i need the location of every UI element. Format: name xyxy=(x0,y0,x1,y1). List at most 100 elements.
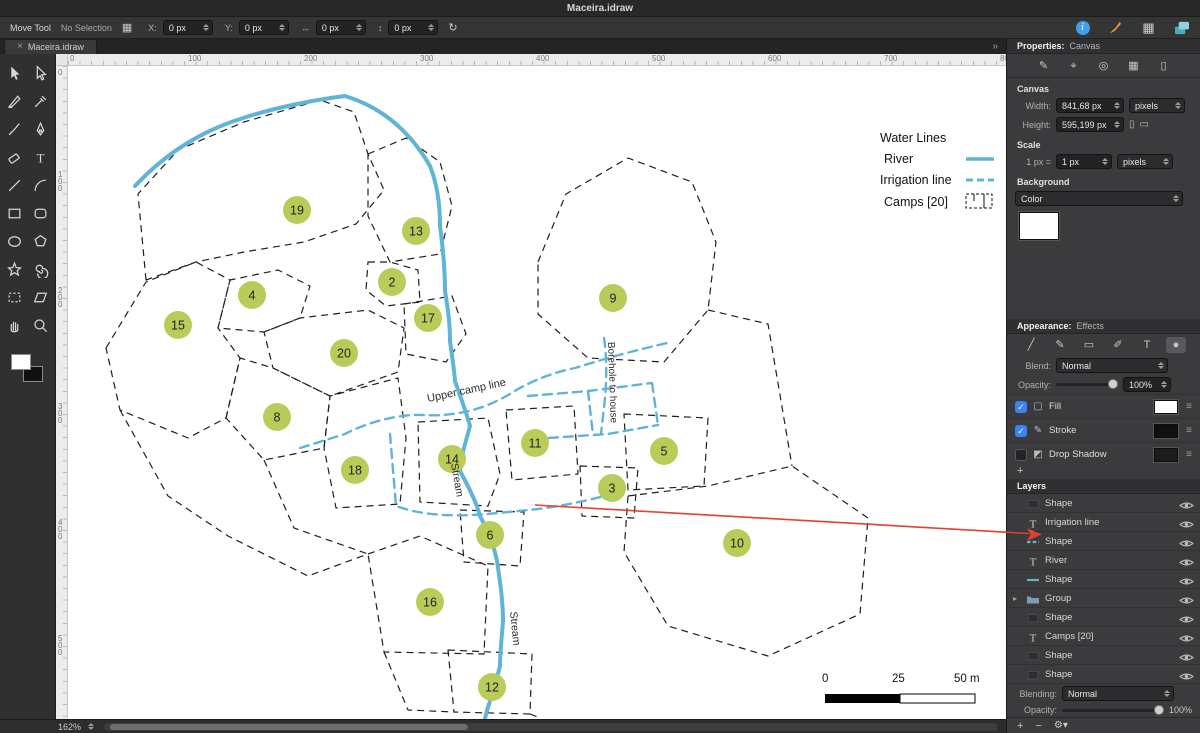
eye-icon[interactable] xyxy=(1179,593,1194,604)
stepper-arrows[interactable] xyxy=(1102,158,1108,165)
fill-swatch[interactable] xyxy=(10,354,31,370)
slider-thumb[interactable] xyxy=(1153,704,1164,715)
stepper-arrows[interactable] xyxy=(355,24,362,31)
tool-arc[interactable] xyxy=(28,172,54,198)
eye-icon[interactable] xyxy=(1179,574,1194,585)
map-label[interactable]: Stream xyxy=(448,462,466,498)
effect-row-fill[interactable]: ✓ ▢ Fill ≡ xyxy=(1007,394,1200,418)
disclosure-icon[interactable]: ▸ xyxy=(1013,594,1021,603)
eye-icon[interactable] xyxy=(1179,650,1194,661)
camp-marker-12[interactable]: 12 xyxy=(478,673,506,701)
tool-knife[interactable] xyxy=(2,88,28,114)
zoom-control[interactable]: 162% xyxy=(58,722,95,732)
tool-eraser[interactable] xyxy=(2,144,28,170)
horizontal-scrollbar[interactable] xyxy=(104,722,998,731)
layer-row-0[interactable]: Shape xyxy=(1007,494,1200,513)
stepper-arrows[interactable] xyxy=(202,24,209,31)
slider-thumb[interactable] xyxy=(1108,379,1118,389)
tool-direct-select[interactable] xyxy=(28,60,54,86)
tool-brush[interactable] xyxy=(2,116,28,142)
add-effect-button[interactable]: + xyxy=(1007,466,1200,479)
layers-icon[interactable] xyxy=(1173,20,1190,35)
scale-unit-popup[interactable]: pixels xyxy=(1117,154,1173,169)
effect-color-swatch[interactable] xyxy=(1153,446,1180,463)
add-layer-button[interactable]: + xyxy=(1017,719,1023,733)
tool-eyedropper[interactable] xyxy=(28,88,54,114)
text-icon[interactable]: T xyxy=(1137,337,1157,353)
camp-marker-2[interactable]: 2 xyxy=(378,268,406,296)
info-icon[interactable]: i xyxy=(1074,20,1091,35)
coord-field-1[interactable]: 0 px xyxy=(238,20,289,35)
eye-icon[interactable] xyxy=(1179,612,1194,623)
eye-icon[interactable] xyxy=(1179,631,1194,642)
tab-close-icon[interactable]: × xyxy=(17,42,23,52)
rect-icon[interactable]: ▭ xyxy=(1079,337,1099,353)
layer-row-7[interactable]: T Camps [20] xyxy=(1007,627,1200,646)
align-grid-icon[interactable]: ▦ xyxy=(122,21,132,35)
layer-row-4[interactable]: Shape xyxy=(1007,570,1200,589)
stepper-arrows[interactable] xyxy=(428,24,435,31)
stepper-arrows[interactable] xyxy=(1161,381,1167,388)
width-unit-popup[interactable]: pixels xyxy=(1129,98,1185,113)
camp-marker-10[interactable]: 10 xyxy=(723,529,751,557)
effect-row-stroke[interactable]: ✓ ✎ Stroke ≡ xyxy=(1007,418,1200,442)
options-icon[interactable]: ≡ xyxy=(1186,425,1192,436)
camp-marker-5[interactable]: 5 xyxy=(650,437,678,465)
position-icon[interactable]: ⌖ xyxy=(1064,58,1084,74)
stepper-arrows[interactable] xyxy=(1114,121,1120,128)
camp-marker-20[interactable]: 20 xyxy=(330,339,358,367)
map-legend[interactable]: Water Lines River Irrigation line Camps … xyxy=(880,131,994,209)
eye-icon[interactable] xyxy=(1179,536,1194,547)
camp-marker-11[interactable]: 11 xyxy=(521,429,549,457)
document-tab[interactable]: × Maceira.idraw xyxy=(4,39,97,54)
camp-marker-13[interactable]: 13 xyxy=(402,217,430,245)
layer-settings-button[interactable]: ⚙▾ xyxy=(1054,719,1068,733)
eye-icon[interactable] xyxy=(1179,498,1194,509)
tool-polygon[interactable] xyxy=(28,228,54,254)
camp-marker-9[interactable]: 9 xyxy=(599,284,627,312)
background-type-popup[interactable]: Color xyxy=(1015,191,1183,206)
rotate-icon[interactable]: ↻ xyxy=(448,21,457,35)
scale-field[interactable]: 1 px xyxy=(1056,154,1112,169)
blending-popup[interactable]: Normal xyxy=(1062,686,1174,701)
opacity-field[interactable]: 100% xyxy=(1123,377,1171,392)
portrait-icon[interactable]: ▯ xyxy=(1129,119,1135,130)
coord-field-2[interactable]: 0 px xyxy=(315,20,366,35)
camp-marker-3[interactable]: 3 xyxy=(598,474,626,502)
tool-line[interactable] xyxy=(2,172,28,198)
stepper-arrows[interactable] xyxy=(278,24,285,31)
tool-rounded-rectangle[interactable] xyxy=(28,200,54,226)
layer-row-5[interactable]: ▸ Group xyxy=(1007,589,1200,608)
eye-icon[interactable] xyxy=(1179,669,1194,680)
camp-marker-4[interactable]: 4 xyxy=(238,281,266,309)
brush-icon[interactable] xyxy=(1107,20,1124,35)
camp-marker-15[interactable]: 15 xyxy=(164,311,192,339)
active-tool-label[interactable]: Move Tool xyxy=(10,23,51,33)
camp-marker-17[interactable]: 17 xyxy=(414,304,442,332)
drawing-canvas[interactable]: 19 13 2 4 17 9 15 20 8 11 5 14 18 3 6 10 16 12 Upper camp… xyxy=(68,66,1006,719)
checkbox[interactable]: ✓ xyxy=(1015,424,1027,437)
tool-text[interactable]: T xyxy=(28,144,54,170)
layer-row-3[interactable]: T River xyxy=(1007,551,1200,570)
scrollbar-thumb[interactable] xyxy=(110,723,468,730)
tool-move[interactable] xyxy=(2,60,28,86)
tool-ellipse[interactable] xyxy=(2,228,28,254)
camp-markers[interactable]: 19132417915208115141836101612 xyxy=(164,196,751,701)
layer-row-8[interactable]: Shape xyxy=(1007,646,1200,665)
layer-row-6[interactable]: Shape xyxy=(1007,608,1200,627)
eye-icon[interactable] xyxy=(1179,517,1194,528)
camp-marker-6[interactable]: 6 xyxy=(476,521,504,549)
layer-opacity-slider[interactable] xyxy=(1062,704,1164,715)
camp-marker-8[interactable]: 8 xyxy=(263,403,291,431)
coord-field-3[interactable]: 0 px xyxy=(388,20,439,35)
camp-marker-18[interactable]: 18 xyxy=(341,456,369,484)
checkbox[interactable] xyxy=(1015,448,1027,461)
camp-marker-19[interactable]: 19 xyxy=(283,196,311,224)
grid-icon[interactable]: ▦ xyxy=(1140,20,1157,35)
blend-popup[interactable]: Normal xyxy=(1056,358,1168,373)
remove-layer-button[interactable]: − xyxy=(1035,719,1041,733)
map-label[interactable]: Stream xyxy=(507,611,522,646)
tool-spiral[interactable] xyxy=(28,256,54,282)
tool-pen[interactable] xyxy=(28,116,54,142)
width-field[interactable]: 841,68 px xyxy=(1056,98,1124,113)
